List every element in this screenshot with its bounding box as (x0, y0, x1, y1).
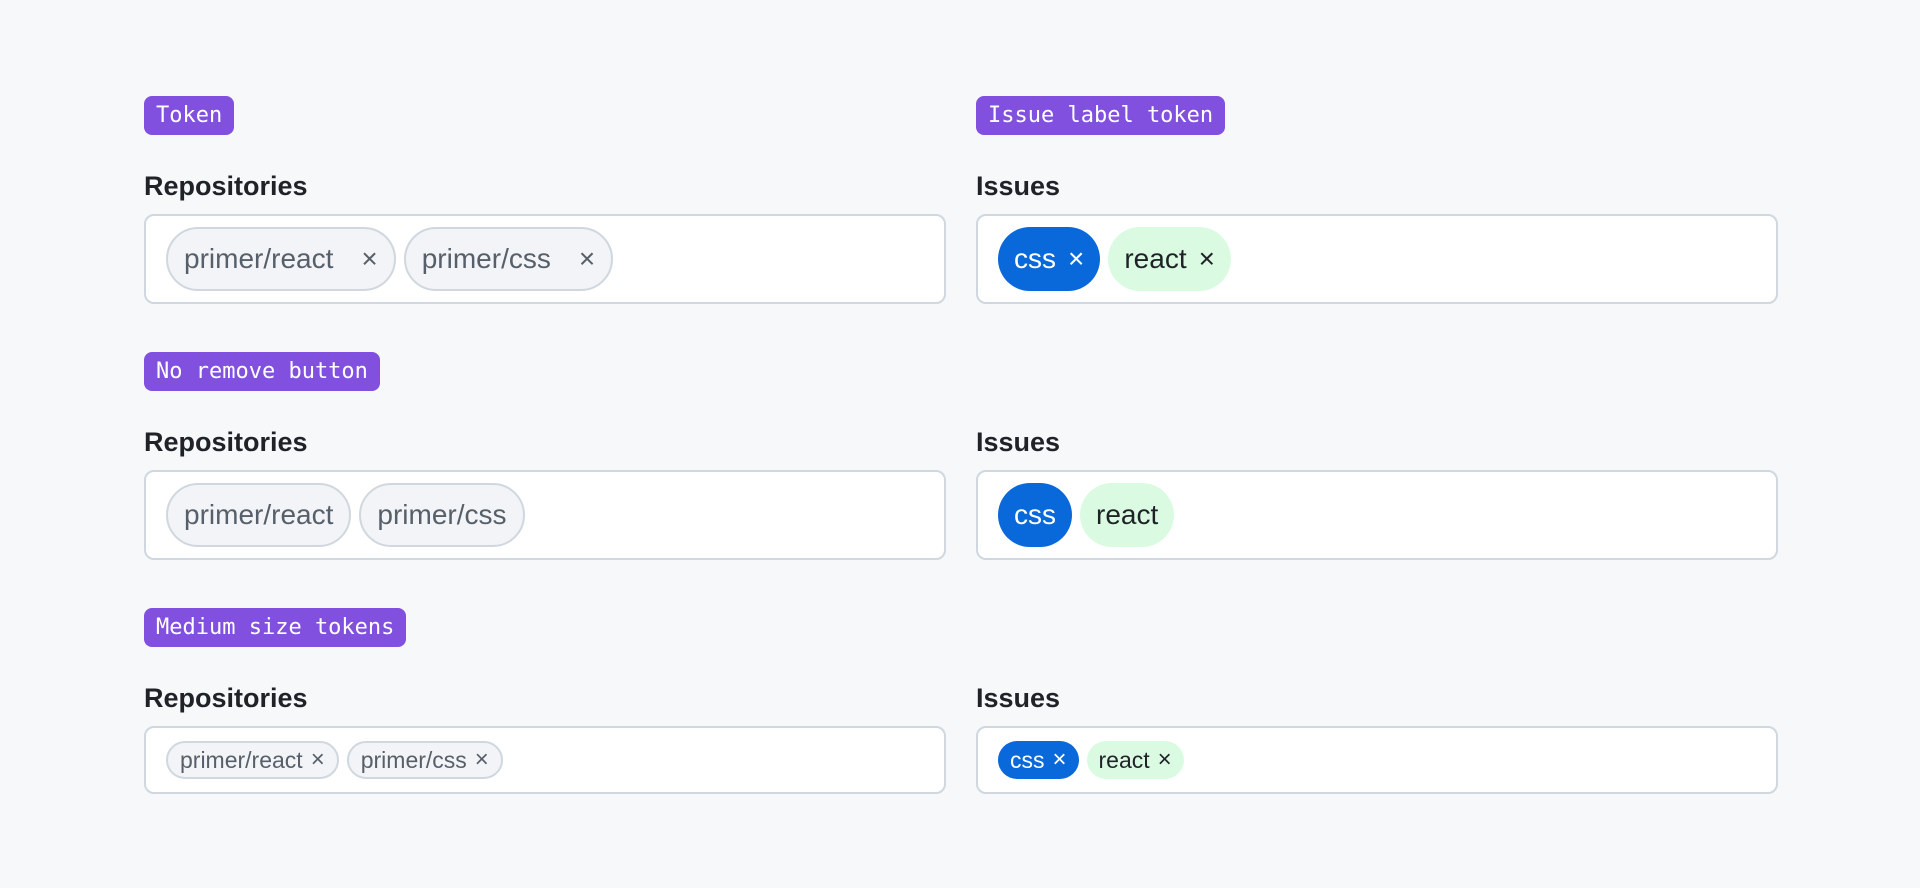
remove-icon[interactable]: × (579, 243, 595, 275)
issue-label-token[interactable]: react (1080, 483, 1175, 547)
token-text: primer/css (360, 746, 467, 773)
remove-icon[interactable]: × (475, 746, 489, 774)
token-text: css (1014, 243, 1056, 274)
section-no-remove: No remove button Repositories primer/rea… (144, 352, 1778, 560)
token-text: primer/react (180, 746, 303, 773)
field-label: Repositories (144, 683, 308, 713)
section-badge-issue-label: Issue label token (976, 96, 1226, 135)
issues-input[interactable]: css × react × (976, 214, 1778, 304)
issue-label-token[interactable]: css × (998, 741, 1079, 779)
field-label: Repositories (144, 171, 308, 201)
section-token: Token Issue label token Repositories pri… (144, 96, 1778, 304)
section-badge: Medium size tokens (144, 608, 407, 647)
issue-label-token[interactable]: react × (1108, 227, 1231, 291)
remove-icon[interactable]: × (1199, 243, 1215, 275)
token-text: primer/css (421, 243, 551, 274)
repositories-input[interactable]: primer/react primer/css (144, 470, 946, 560)
field-label: Repositories (144, 427, 308, 457)
token-text: primer/react (184, 243, 334, 274)
remove-icon[interactable]: × (1158, 746, 1172, 774)
repositories-input[interactable]: primer/react × primer/css × (144, 726, 946, 794)
issue-label-token[interactable]: css × (998, 227, 1101, 291)
issue-label-token[interactable]: react × (1086, 741, 1184, 779)
remove-icon[interactable]: × (311, 746, 325, 774)
token[interactable]: primer/react (166, 483, 352, 547)
field-label: Issues (976, 683, 1061, 713)
token-text: react (1098, 746, 1150, 773)
remove-icon[interactable]: × (1053, 746, 1067, 774)
section-badge: No remove button (144, 352, 380, 391)
token[interactable]: primer/css × (346, 741, 503, 779)
field-label: Issues (976, 427, 1061, 457)
token[interactable]: primer/css (359, 483, 525, 547)
issues-input[interactable]: css react (976, 470, 1778, 560)
token[interactable]: primer/css × (403, 227, 614, 291)
repositories-input[interactable]: primer/react × primer/css × (144, 214, 946, 304)
token-text: react (1124, 243, 1187, 274)
section-badge: Token (144, 96, 235, 135)
issue-label-token[interactable]: css (998, 483, 1072, 547)
remove-icon[interactable]: × (361, 243, 377, 275)
issues-input[interactable]: css × react × (976, 726, 1778, 794)
section-medium: Medium size tokens Repositories primer/r… (144, 608, 1778, 794)
field-label: Issues (976, 171, 1061, 201)
token-text: css (1010, 746, 1045, 773)
remove-icon[interactable]: × (1068, 243, 1084, 275)
token[interactable]: primer/react × (166, 741, 339, 779)
token[interactable]: primer/react × (166, 227, 396, 291)
